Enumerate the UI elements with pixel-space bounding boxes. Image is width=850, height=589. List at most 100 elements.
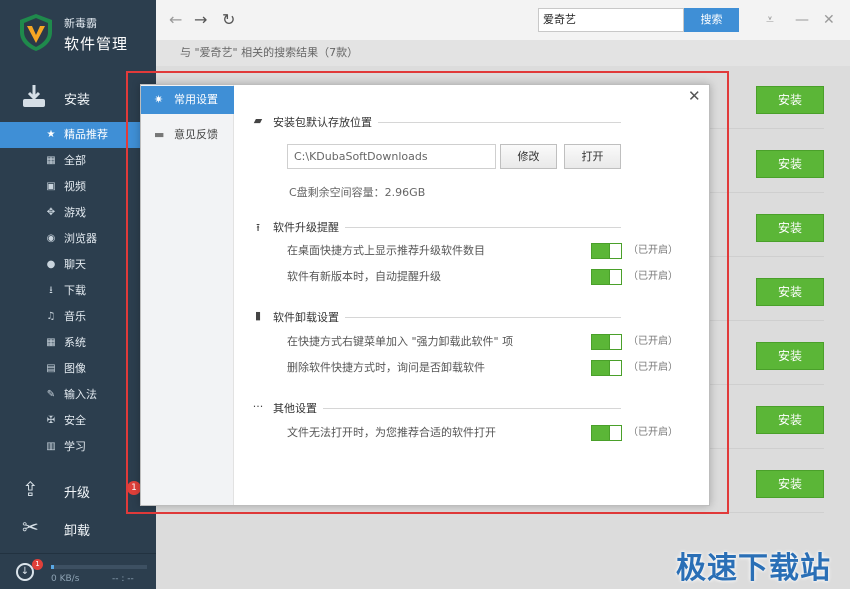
section-title: 其他设置 bbox=[273, 400, 323, 416]
upload-icon: ⭱ bbox=[256, 221, 260, 234]
section-title: 软件升级提醒 bbox=[273, 219, 345, 235]
settings-dialog: ✷ 常用设置 ▬ 意见反馈 ✕ ▰ 安装包默认存放位置 C:\KDubaSoftDow… bbox=[140, 84, 710, 506]
setting-toggle[interactable] bbox=[591, 334, 622, 350]
setting-option-label: 在桌面快捷方式上显示推荐升级软件数目 bbox=[287, 244, 485, 257]
grid-icon: ▦ bbox=[46, 155, 56, 166]
toggle-knob bbox=[609, 426, 621, 440]
image-icon: ▤ bbox=[46, 363, 56, 374]
toggle-knob bbox=[609, 361, 621, 375]
sidebar-item-label: 聊天 bbox=[64, 258, 86, 271]
brand-name-big: 软件管理 bbox=[64, 35, 129, 53]
section-install-path: ▰ 安装包默认存放位置 bbox=[251, 114, 621, 130]
install-button[interactable]: 安装 bbox=[756, 342, 824, 370]
toggle-state-text: （已开启） bbox=[628, 427, 678, 438]
pen-icon: ✎ bbox=[46, 389, 56, 400]
install-button[interactable]: 安装 bbox=[756, 470, 824, 498]
toggle-state-text: （已开启） bbox=[628, 245, 678, 256]
download-badge: 1 bbox=[32, 559, 43, 570]
install-button[interactable]: 安装 bbox=[756, 406, 824, 434]
nav-install-label: 安装 bbox=[64, 93, 91, 108]
section-title: 安装包默认存放位置 bbox=[273, 114, 378, 130]
section-title: 软件卸载设置 bbox=[273, 309, 345, 325]
download-status: ↓ 1 0 KB/s -- : -- bbox=[0, 553, 156, 589]
sidebar-item-label: 安全 bbox=[64, 414, 86, 427]
nav-uninstall-label: 卸载 bbox=[64, 524, 91, 539]
search-input[interactable]: 爱奇艺 bbox=[538, 8, 684, 32]
brand: 新毒霸 软件管理 bbox=[0, 0, 156, 66]
sidebar-item-label: 精品推荐 bbox=[64, 128, 108, 141]
sidebar-item-label: 学习 bbox=[64, 440, 86, 453]
sidebar-item-label: 游戏 bbox=[64, 206, 86, 219]
dialog-close-icon[interactable]: ✕ bbox=[688, 87, 701, 105]
sidebar-item-label: 下载 bbox=[64, 284, 86, 297]
setting-option-label: 删除软件快捷方式时，询问是否卸载软件 bbox=[287, 361, 485, 374]
settings-tabs: ✷ 常用设置 ▬ 意见反馈 bbox=[141, 85, 234, 505]
toggle-state-text: （已开启） bbox=[628, 271, 678, 282]
duba-shield-logo-icon bbox=[20, 14, 52, 51]
settings-tab-label: 意见反馈 bbox=[174, 128, 218, 141]
sidebar-item-label: 图像 bbox=[64, 362, 86, 375]
watermark: 极速下载站 bbox=[676, 551, 831, 586]
close-window-icon[interactable]: ✕ bbox=[823, 10, 835, 30]
upgrade-icon: ⇪ bbox=[22, 477, 39, 501]
search-button[interactable]: 搜索 bbox=[684, 8, 739, 32]
globe-icon: ◉ bbox=[46, 233, 56, 244]
setting-toggle[interactable] bbox=[591, 243, 622, 259]
install-icon bbox=[23, 85, 45, 107]
section-upgrade: ⭱ 软件升级提醒 bbox=[251, 219, 621, 235]
settings-tab[interactable]: ▬ 意见反馈 bbox=[141, 121, 234, 149]
setting-toggle[interactable] bbox=[591, 269, 622, 285]
comment-icon: ▬ bbox=[154, 128, 165, 141]
book-icon: ▥ bbox=[46, 441, 56, 452]
tools-icon: ✂ bbox=[22, 515, 39, 539]
refresh-icon[interactable]: ↻ bbox=[222, 10, 235, 30]
video-icon: ▣ bbox=[46, 181, 56, 192]
sidebar-item-label: 系统 bbox=[64, 336, 86, 349]
sidebar-item-label: 音乐 bbox=[64, 310, 86, 323]
install-button[interactable]: 安装 bbox=[756, 278, 824, 306]
sidebar-item-label: 视频 bbox=[64, 180, 86, 193]
star-icon: ★ bbox=[46, 129, 56, 140]
windows-icon: ▦ bbox=[46, 337, 56, 348]
settings-tab[interactable]: ✷ 常用设置 bbox=[141, 86, 234, 114]
forward-arrow-icon[interactable]: → bbox=[194, 10, 207, 30]
toggle-knob bbox=[609, 335, 621, 349]
setting-option-label: 软件有新版本时，自动提醒升级 bbox=[287, 270, 441, 283]
nav-uninstall[interactable]: ✂ 卸载 bbox=[0, 509, 156, 547]
setting-toggle[interactable] bbox=[591, 360, 622, 376]
trash-icon: ▮ bbox=[254, 309, 262, 322]
menu-icon[interactable]: ⩡ bbox=[766, 10, 774, 30]
minimize-icon[interactable]: — bbox=[795, 10, 809, 30]
toggle-knob bbox=[609, 244, 621, 258]
install-button[interactable]: 安装 bbox=[756, 86, 824, 114]
toggle-state-text: （已开启） bbox=[628, 336, 678, 347]
sidebar-item-label: 输入法 bbox=[64, 388, 97, 401]
sidebar-item-label: 全部 bbox=[64, 154, 86, 167]
setting-option-label: 文件无法打开时，为您推荐合适的软件打开 bbox=[287, 426, 496, 439]
setting-option-label: 在快捷方式右键菜单加入 "强力卸载此软件" 项 bbox=[287, 335, 514, 348]
brand-name-small: 新毒霸 bbox=[64, 17, 97, 30]
toggle-knob bbox=[609, 270, 621, 284]
download-icon: ⭳ bbox=[49, 285, 53, 296]
gear-icon: ✷ bbox=[154, 93, 164, 106]
toolbar: ← → ↻ 爱奇艺 搜索 ⩡ — ✕ bbox=[156, 0, 850, 40]
chat-icon: ● bbox=[46, 259, 56, 270]
more-icon: ··· bbox=[252, 400, 264, 413]
open-folder-button[interactable]: 打开 bbox=[564, 144, 621, 169]
back-arrow-icon[interactable]: ← bbox=[169, 10, 182, 30]
download-speed: 0 KB/s bbox=[51, 574, 80, 584]
setting-toggle[interactable] bbox=[591, 425, 622, 441]
shield-icon: ✠ bbox=[46, 415, 56, 426]
nav-upgrade-label: 升级 bbox=[64, 486, 91, 501]
install-button[interactable]: 安装 bbox=[756, 214, 824, 242]
settings-tab-label: 常用设置 bbox=[174, 93, 218, 106]
download-path-field[interactable]: C:\KDubaSoftDownloads bbox=[287, 144, 496, 169]
install-button[interactable]: 安装 bbox=[756, 150, 824, 178]
section-uninstall: ▮ 软件卸载设置 bbox=[251, 309, 621, 325]
modify-path-button[interactable]: 修改 bbox=[500, 144, 557, 169]
sidebar-item-label: 浏览器 bbox=[64, 232, 97, 245]
toggle-state-text: （已开启） bbox=[628, 362, 678, 373]
download-eta: -- : -- bbox=[112, 574, 134, 584]
free-space-text: C盘剩余空间容量：2.96GB bbox=[289, 186, 426, 199]
music-icon: ♫ bbox=[46, 311, 56, 322]
